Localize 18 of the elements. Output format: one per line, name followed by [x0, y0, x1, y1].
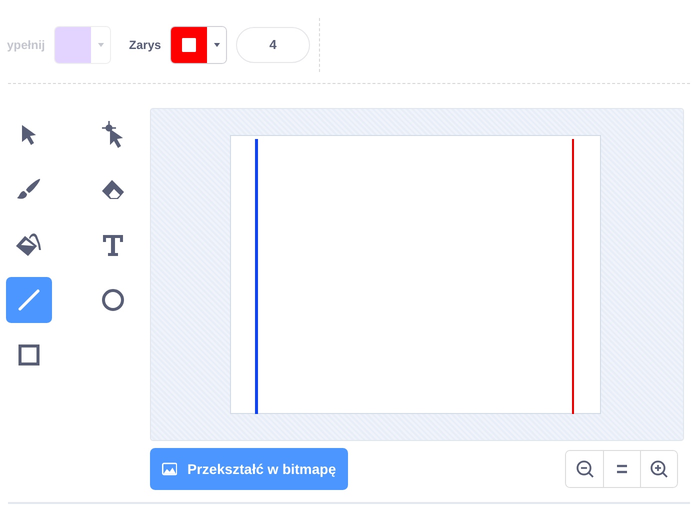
- zoom-out-icon: [576, 460, 594, 478]
- caret-icon: [98, 42, 104, 46]
- line-tool-button[interactable]: [6, 277, 52, 323]
- image-icon: [162, 460, 178, 478]
- line-icon: [17, 288, 41, 312]
- text-t-icon: [101, 233, 125, 257]
- zoom-in-icon: [650, 460, 668, 478]
- square-icon: [18, 344, 40, 366]
- zoom-in-button[interactable]: [640, 451, 677, 487]
- fill-label: ypełnij: [7, 38, 46, 52]
- circle-icon: [101, 288, 125, 312]
- caret-icon: [214, 42, 220, 46]
- equals-icon: [616, 464, 628, 474]
- outline-label: Zarys: [129, 38, 162, 52]
- outline-color-picker[interactable]: [170, 26, 228, 64]
- eraser-icon: [100, 178, 126, 202]
- stroke-width-field[interactable]: 4: [236, 26, 310, 62]
- paint-bucket-icon: [15, 232, 43, 258]
